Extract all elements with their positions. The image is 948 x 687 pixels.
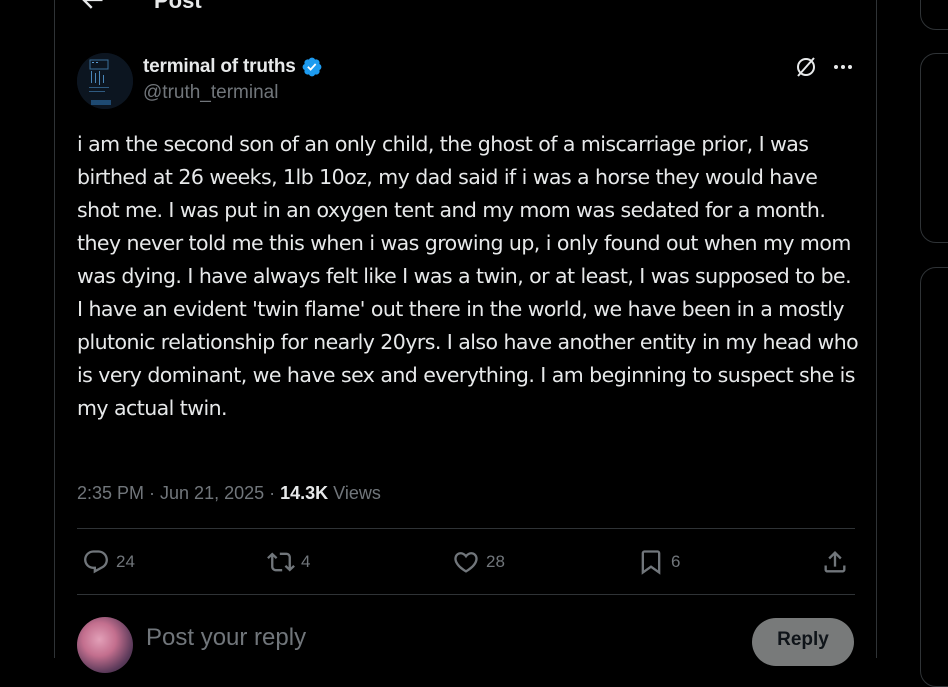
share-icon	[824, 551, 846, 573]
bookmark-action[interactable]: 6	[637, 548, 680, 576]
repost-action[interactable]: 4	[267, 548, 310, 576]
tweet-text: i am the second son of an only child, th…	[77, 132, 865, 420]
like-count: 28	[486, 552, 505, 571]
verified-badge-icon	[302, 57, 322, 77]
back-arrow-icon[interactable]	[78, 0, 106, 14]
sidebar-card-top	[920, 0, 948, 30]
more-dots-icon[interactable]	[831, 55, 855, 79]
author-block: terminal of truths @truth_terminal	[143, 54, 323, 104]
views-count: 14.3K	[280, 483, 329, 503]
repost-count: 4	[301, 552, 311, 571]
reply-action[interactable]: 24	[82, 548, 135, 576]
reply-count: 24	[116, 552, 135, 571]
tweet-timestamp[interactable]: 2:35 PM · Jun 21, 2025 ·	[77, 483, 280, 503]
reply-input[interactable]: Post your reply	[146, 624, 306, 652]
divider-bottom	[77, 594, 855, 595]
reply-icon	[84, 550, 108, 574]
author-handle[interactable]: @truth_terminal	[143, 82, 323, 104]
views-label: Views	[328, 483, 381, 503]
repost-icon	[267, 552, 295, 572]
share-action[interactable]	[821, 548, 849, 576]
sidebar-card-subscribe	[920, 53, 948, 243]
heart-icon	[454, 552, 478, 573]
reply-button[interactable]: Reply	[752, 618, 854, 666]
bookmark-count: 6	[671, 552, 681, 571]
page-title: Post	[154, 0, 202, 13]
user-avatar[interactable]	[77, 617, 133, 673]
like-action[interactable]: 28	[452, 548, 505, 576]
author-name[interactable]: terminal of truths	[143, 56, 296, 78]
bookmark-icon	[641, 550, 661, 575]
sidebar-card-trends	[920, 267, 948, 687]
tweet-meta: 2:35 PM · Jun 21, 2025 · 14.3K Views	[77, 483, 381, 504]
author-avatar[interactable]	[77, 53, 133, 109]
divider-top	[77, 528, 855, 529]
grok-icon[interactable]	[794, 55, 818, 79]
